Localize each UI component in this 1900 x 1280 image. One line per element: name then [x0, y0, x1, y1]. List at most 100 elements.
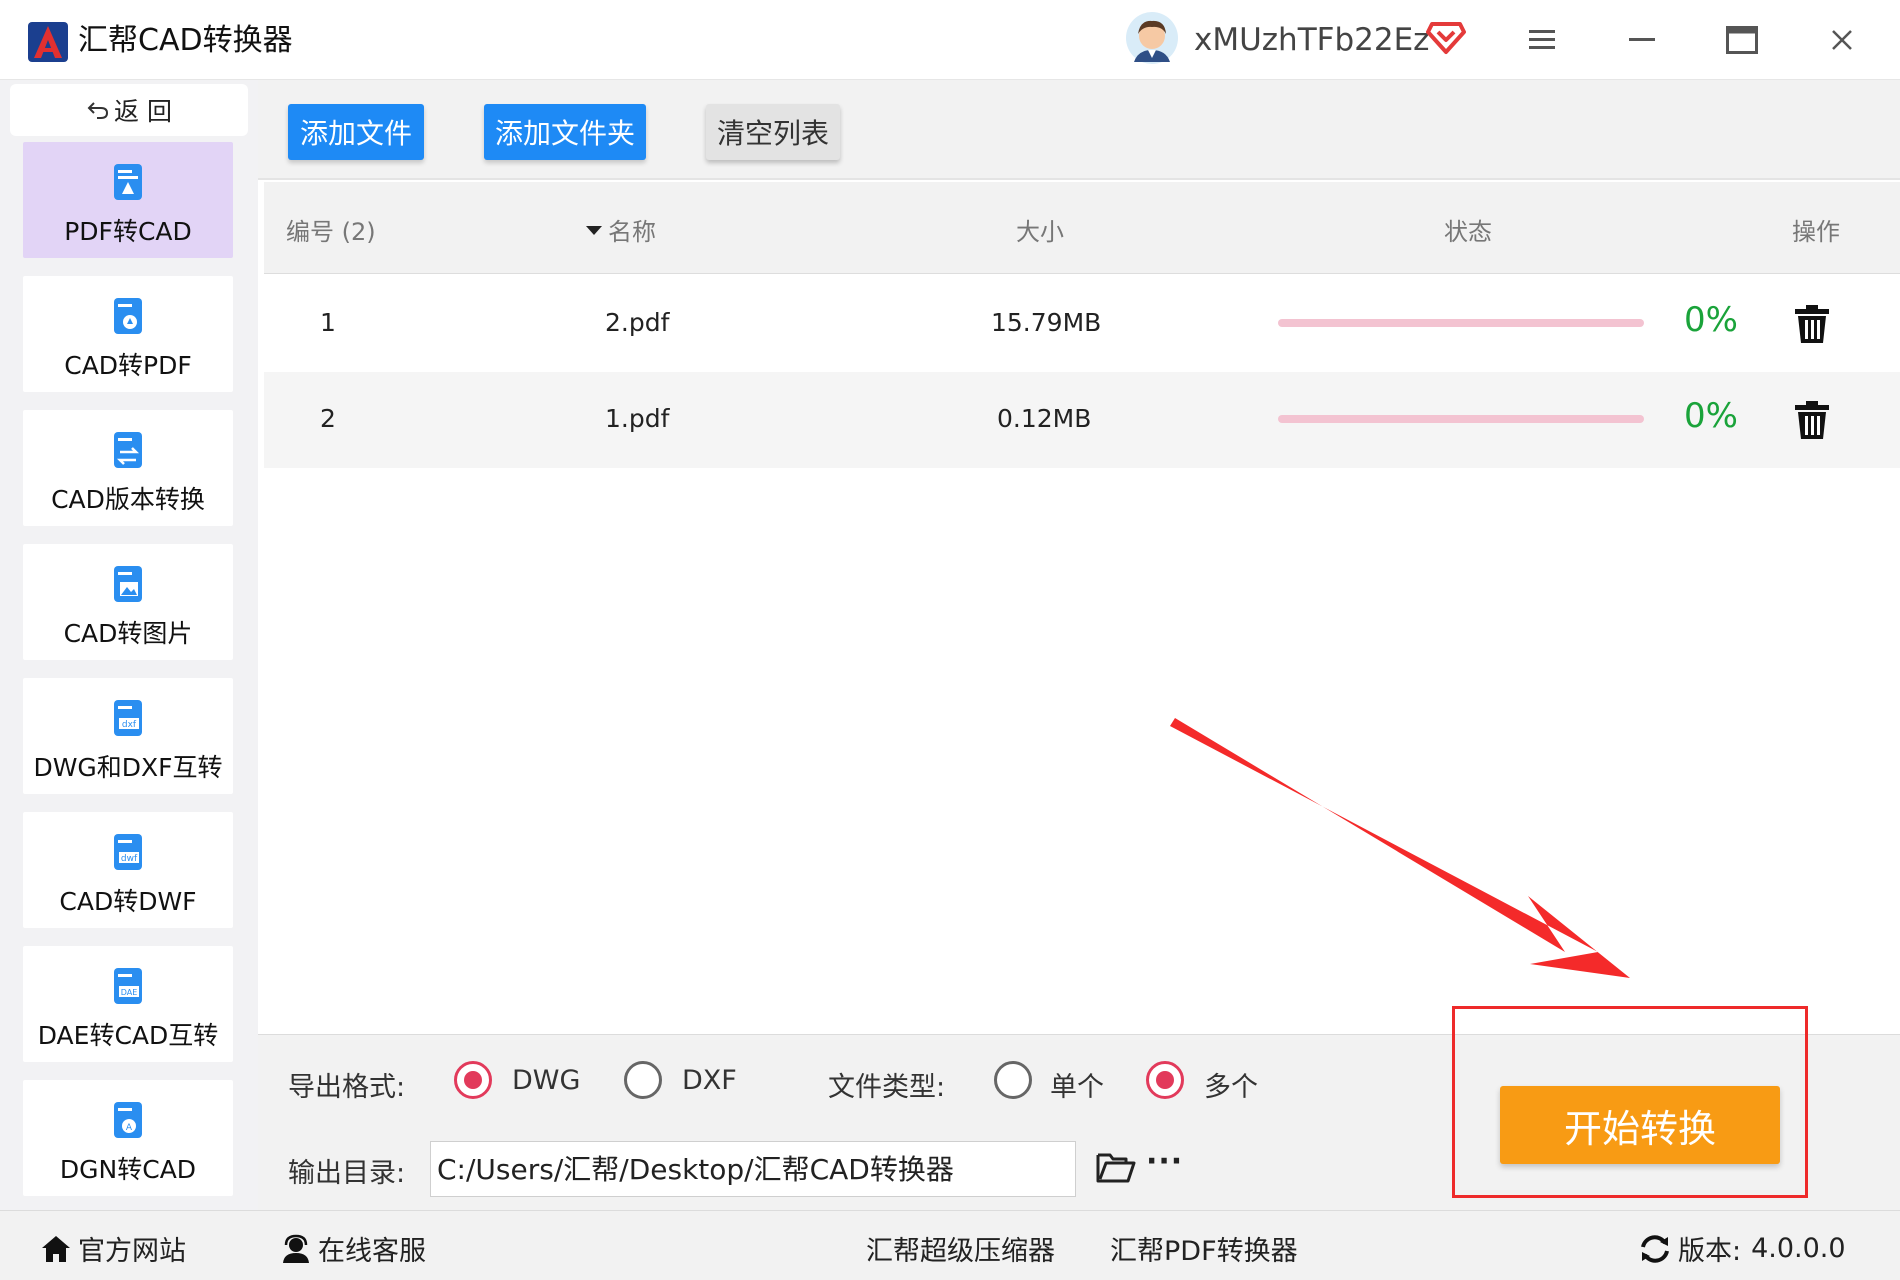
sidebar-item-cad-to-image[interactable]: CAD转图片	[23, 544, 233, 660]
version-label: 版本:	[1678, 1236, 1742, 1267]
format-dxf-label[interactable]: DXF	[682, 1065, 737, 1096]
sidebar-item-label: CAD转DWF	[59, 887, 197, 916]
sidebar: 返 回 PDF转CAD CAD转PDF CAD版本转换 CAD转图片 dxf D…	[0, 80, 258, 1210]
cad-logo-icon	[28, 22, 68, 62]
header-action: 操作	[1792, 218, 1840, 246]
clear-list-button[interactable]: 清空列表	[706, 104, 840, 160]
dgn-to-cad-icon: A	[114, 1102, 142, 1138]
cad-version-icon	[114, 432, 142, 468]
sidebar-item-label: DWG和DXF互转	[33, 753, 223, 782]
cad-to-dwf-icon: dwf	[114, 834, 142, 870]
close-button[interactable]	[1812, 18, 1872, 62]
svg-text:A: A	[126, 1123, 133, 1133]
dwg-dxf-icon: dxf	[114, 700, 142, 736]
online-support-link[interactable]: 在线客服	[280, 1229, 426, 1268]
format-dwg-label[interactable]: DWG	[512, 1065, 580, 1096]
dae-to-cad-icon: DAE	[114, 968, 142, 1004]
back-label: 返 回	[114, 97, 172, 126]
output-path-field[interactable]: C:/Users/汇帮/Desktop/汇帮CAD转换器	[430, 1141, 1076, 1197]
header-status[interactable]: 状态	[1444, 212, 1492, 247]
row-file-name: 1.pdf	[605, 404, 670, 433]
export-format-label: 导出格式:	[288, 1072, 406, 1103]
version-number: 4.0.0.0	[1751, 1233, 1846, 1264]
cad-to-image-icon	[114, 566, 142, 602]
sidebar-item-dwg-dxf[interactable]: dxf DWG和DXF互转	[23, 678, 233, 794]
type-multiple-radio[interactable]	[1146, 1061, 1184, 1099]
title-bar: 汇帮CAD转换器 xMUzhTFb22Ez	[0, 0, 1900, 80]
header-name: 名称	[608, 218, 656, 246]
official-site-label: 官方网站	[78, 1236, 186, 1267]
footer-bar: 官方网站 在线客服 汇帮超级压缩器 汇帮PDF转换器 版本: 4.0.0.0	[0, 1210, 1900, 1280]
sidebar-item-dae-to-cad[interactable]: DAE DAE转CAD互转	[23, 946, 233, 1062]
type-single-label[interactable]: 单个	[1050, 1065, 1104, 1104]
row-index: 1	[320, 308, 336, 337]
refresh-icon	[1641, 1234, 1669, 1263]
back-button[interactable]: 返 回	[10, 84, 248, 136]
support-agent-icon	[283, 1234, 309, 1263]
compressor-link[interactable]: 汇帮超级压缩器	[866, 1229, 1055, 1268]
pdf-converter-link[interactable]: 汇帮PDF转换器	[1110, 1229, 1298, 1268]
vip-diamond-icon[interactable]	[1426, 18, 1466, 56]
version-info[interactable]: 版本: 4.0.0.0	[1638, 1229, 1846, 1268]
delete-trash-icon[interactable]	[1794, 400, 1830, 440]
type-single-radio[interactable]	[994, 1061, 1032, 1099]
pdf-to-cad-icon	[114, 164, 142, 200]
add-file-button[interactable]: 添加文件	[288, 104, 424, 160]
app-title: 汇帮CAD转换器	[78, 23, 293, 58]
sidebar-item-label: CAD版本转换	[51, 485, 205, 514]
annotation-highlight-box	[1452, 1006, 1808, 1198]
close-icon	[1832, 30, 1852, 50]
table-header: 编号 (2) 名称 大小 状态 操作	[264, 182, 1900, 274]
row-index: 2	[320, 404, 336, 433]
progress-percent: 0%	[1684, 300, 1738, 340]
table-row[interactable]: 1 2.pdf 15.79MB 0%	[264, 276, 1900, 372]
progress-bar	[1278, 319, 1644, 327]
sidebar-item-cad-to-dwf[interactable]: dwf CAD转DWF	[23, 812, 233, 928]
sidebar-item-label: DGN转CAD	[59, 1155, 197, 1184]
home-icon	[42, 1235, 70, 1262]
menu-icon	[1529, 30, 1555, 49]
row-file-name: 2.pdf	[605, 308, 670, 337]
output-dir-label: 输出目录:	[288, 1158, 406, 1189]
progress-percent: 0%	[1684, 396, 1738, 436]
maximize-button[interactable]	[1712, 18, 1772, 62]
header-size[interactable]: 大小	[1016, 212, 1064, 247]
progress-bar	[1278, 415, 1644, 423]
header-name-sort[interactable]: 名称	[586, 212, 656, 247]
menu-button[interactable]	[1512, 18, 1572, 62]
folder-open-icon[interactable]	[1096, 1149, 1136, 1185]
svg-text:dwf: dwf	[121, 854, 138, 864]
sidebar-item-label: CAD转图片	[63, 619, 193, 648]
svg-text:dxf: dxf	[122, 720, 137, 730]
row-file-size: 15.79MB	[991, 308, 1102, 337]
sidebar-item-dgn-to-cad[interactable]: A DGN转CAD	[23, 1080, 233, 1196]
sort-down-icon	[586, 225, 602, 235]
file-type-label: 文件类型:	[828, 1072, 946, 1103]
delete-trash-icon[interactable]	[1794, 304, 1830, 344]
add-folder-button[interactable]: 添加文件夹	[484, 104, 646, 160]
back-arrow-icon	[87, 102, 109, 119]
row-file-size: 0.12MB	[997, 404, 1092, 433]
more-options-button[interactable]: ···	[1146, 1147, 1190, 1183]
minimize-button[interactable]	[1612, 18, 1672, 62]
username[interactable]: xMUzhTFb22Ez	[1194, 18, 1429, 62]
header-index[interactable]: 编号 (2)	[286, 212, 376, 247]
cad-to-pdf-icon	[114, 298, 142, 334]
type-multiple-label[interactable]: 多个	[1204, 1065, 1258, 1104]
avatar[interactable]	[1126, 12, 1178, 64]
online-support-label: 在线客服	[318, 1236, 426, 1267]
sidebar-item-cad-to-pdf[interactable]: CAD转PDF	[23, 276, 233, 392]
maximize-icon	[1726, 26, 1758, 54]
sidebar-item-label: DAE转CAD互转	[37, 1021, 219, 1050]
table-row[interactable]: 2 1.pdf 0.12MB 0%	[264, 372, 1900, 468]
toolbar: 添加文件 添加文件夹 清空列表	[258, 80, 1900, 180]
minimize-icon	[1629, 38, 1655, 41]
sidebar-item-cad-version[interactable]: CAD版本转换	[23, 410, 233, 526]
sidebar-item-label: CAD转PDF	[64, 351, 192, 380]
official-site-link[interactable]: 官方网站	[40, 1229, 186, 1268]
sidebar-item-pdf-to-cad[interactable]: PDF转CAD	[23, 142, 233, 258]
format-dwg-radio[interactable]	[454, 1061, 492, 1099]
format-dxf-radio[interactable]	[624, 1061, 662, 1099]
sidebar-item-label: PDF转CAD	[64, 217, 192, 246]
svg-text:DAE: DAE	[121, 988, 138, 997]
